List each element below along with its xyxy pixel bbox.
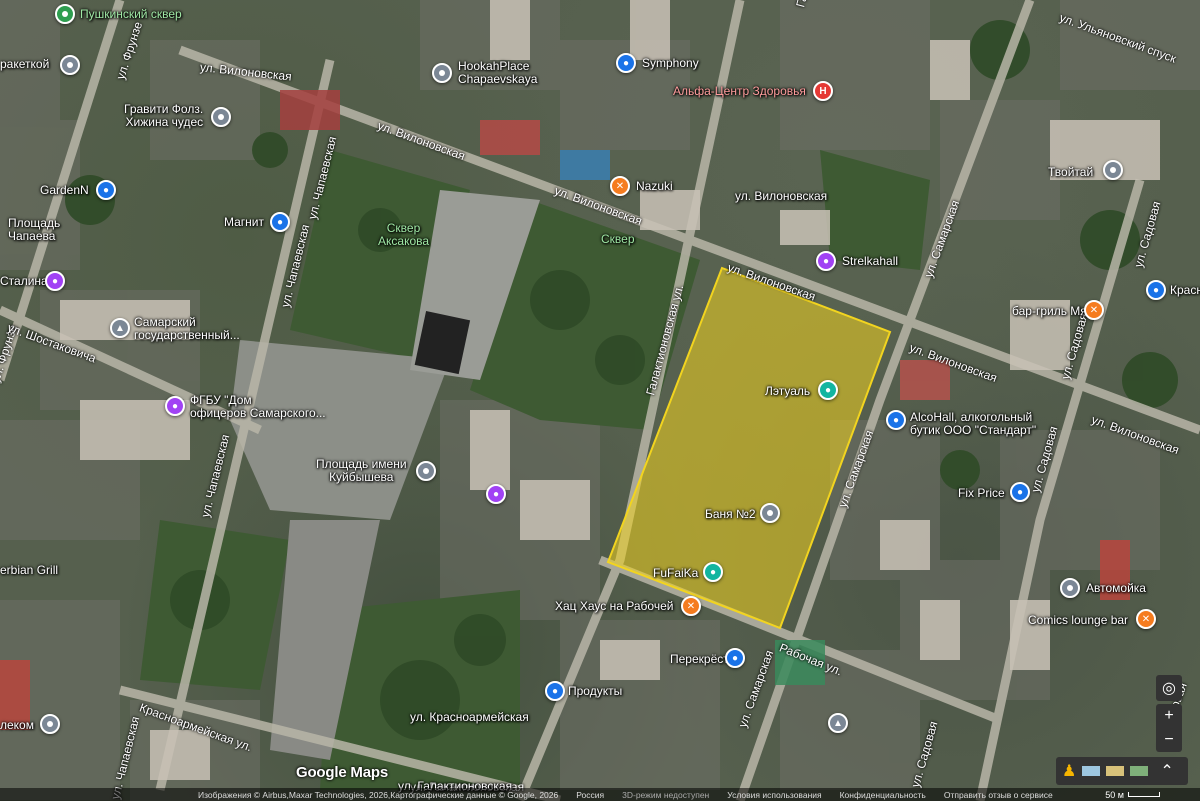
cart-pin-icon[interactable]: ● (270, 212, 290, 232)
scale-line (1128, 792, 1160, 797)
place-label[interactable]: Лэтуаль (765, 385, 810, 398)
satellite-map[interactable]: ул. Вилоновская ул. Вилоновская ул. Вило… (0, 0, 1200, 801)
place-pin-icon[interactable] (1103, 160, 1123, 180)
zoom-out-button[interactable]: − (1156, 728, 1182, 752)
restaurant-pin-icon[interactable]: ✕ (1136, 609, 1156, 629)
place-label[interactable]: GardenN (40, 184, 89, 197)
layers-bar[interactable]: ♟ ⌃ (1056, 757, 1188, 785)
place-label[interactable]: HookahPlace Chapaevskaya (458, 60, 537, 86)
place-label[interactable]: Продукты (568, 685, 622, 698)
footer-link[interactable]: Отправить отзыв о сервисе (944, 790, 1053, 800)
scale-label: 50 м (1105, 789, 1124, 800)
shop-pin-icon[interactable]: ● (96, 180, 116, 200)
pegman-icon[interactable]: ♟ (1062, 761, 1076, 781)
place-label[interactable]: Баня №2 (705, 508, 756, 521)
place-pin-icon[interactable] (60, 55, 80, 75)
google-maps-logo: Google Maps (296, 764, 388, 781)
place-label[interactable]: Пушкинский сквер (80, 8, 182, 21)
my-location-button[interactable]: ◎ (1156, 675, 1182, 701)
place-label[interactable]: FuFaiKa (653, 567, 698, 580)
place-label[interactable]: Comics lounge bar (1028, 614, 1128, 627)
entertainment-pin-icon[interactable]: ● (486, 484, 506, 504)
entertainment-pin-icon[interactable]: ● (816, 251, 836, 271)
place-label[interactable]: erbian Grill (0, 564, 58, 577)
museum-pin-icon[interactable]: ● (165, 396, 185, 416)
layer-thumb-icon[interactable] (1082, 766, 1101, 776)
shop-pin-icon[interactable]: ● (1146, 280, 1166, 300)
footer-link[interactable]: Конфиденциальность (840, 790, 926, 800)
expand-icon[interactable]: ⌃ (1160, 761, 1173, 781)
place-label[interactable]: Магнит (224, 216, 264, 229)
place-pin-icon[interactable] (760, 503, 780, 523)
footer-link[interactable]: Россия (576, 790, 604, 800)
place-label[interactable]: Сталина (0, 275, 48, 288)
hospital-pin-icon[interactable]: H (813, 81, 833, 101)
restaurant-pin-icon[interactable]: ✕ (1084, 300, 1104, 320)
school-pin-icon[interactable]: ▲ (110, 318, 130, 338)
park-pin-icon[interactable] (55, 4, 75, 24)
zoom-in-button[interactable]: + (1156, 704, 1182, 728)
footer-link: 3D-режим недоступен (622, 789, 710, 800)
place-label[interactable]: ФГБУ "Дом офицеров Самарского... (190, 394, 326, 420)
park-label[interactable]: Сквер (601, 233, 635, 246)
cart-pin-icon[interactable]: ● (545, 681, 565, 701)
place-pin-icon[interactable] (432, 63, 452, 83)
restaurant-pin-icon[interactable]: ✕ (681, 596, 701, 616)
place-pin-icon[interactable] (211, 107, 231, 127)
cart-pin-icon[interactable]: ● (725, 648, 745, 668)
layer-thumb-icon[interactable] (1106, 766, 1125, 776)
place-pin-icon[interactable] (40, 714, 60, 734)
place-label[interactable]: ракеткой (0, 58, 49, 71)
place-label[interactable]: Fix Price (958, 487, 1005, 500)
transit-label[interactable]: ул. Вилоновская (735, 190, 827, 203)
place-label[interactable]: Площадь имени Куйбышева (316, 458, 407, 484)
place-label[interactable]: Symphony (642, 57, 699, 70)
place-label[interactable]: Автомойка (1086, 582, 1146, 595)
shop-pin-icon[interactable]: ● (1010, 482, 1030, 502)
place-pin-icon[interactable] (1060, 578, 1080, 598)
place-pin-icon[interactable] (416, 461, 436, 481)
scale-bar[interactable]: 50 м (1105, 788, 1160, 801)
restaurant-pin-icon[interactable]: ✕ (610, 176, 630, 196)
place-label[interactable]: AlcoHall, алкогольный бутик ООО "Стандар… (910, 411, 1036, 437)
place-label[interactable]: Гравити Фолз. Хижина чудес (124, 103, 203, 129)
museum-pin-icon[interactable]: ● (45, 271, 65, 291)
place-label[interactable]: Твойтай (1048, 166, 1093, 179)
place-label[interactable]: Nazuki (636, 180, 673, 193)
place-label[interactable]: Хац Хаус на Рабочей (555, 600, 673, 613)
footer-link[interactable]: Условия использования (727, 790, 821, 800)
shop-pin-icon[interactable]: ● (616, 53, 636, 73)
park-label[interactable]: Сквер Аксакова (378, 222, 429, 248)
transit-label[interactable]: ул. Красноармейская (410, 711, 529, 724)
place-label[interactable]: Площадь Чапаева (8, 217, 60, 243)
place-label[interactable]: Альфа-Центр Здоровья (673, 85, 806, 98)
place-label[interactable]: Strelkahall (842, 255, 898, 268)
attribution-text: Изображения © Airbus,Maxar Technologies,… (198, 789, 559, 800)
attribution-footer: Изображения © Airbus,Maxar Technologies,… (0, 788, 1200, 801)
school-pin-icon[interactable]: ▲ (828, 713, 848, 733)
place-label[interactable]: Самарский государственный... (134, 316, 240, 342)
shop-pin-icon[interactable]: ● (703, 562, 723, 582)
place-label[interactable]: лeком (0, 719, 34, 732)
shop-pin-icon[interactable]: ● (886, 410, 906, 430)
shop-pin-icon[interactable]: ● (818, 380, 838, 400)
place-label[interactable]: Краснодар (1170, 284, 1200, 297)
layer-thumb-icon[interactable] (1130, 766, 1149, 776)
